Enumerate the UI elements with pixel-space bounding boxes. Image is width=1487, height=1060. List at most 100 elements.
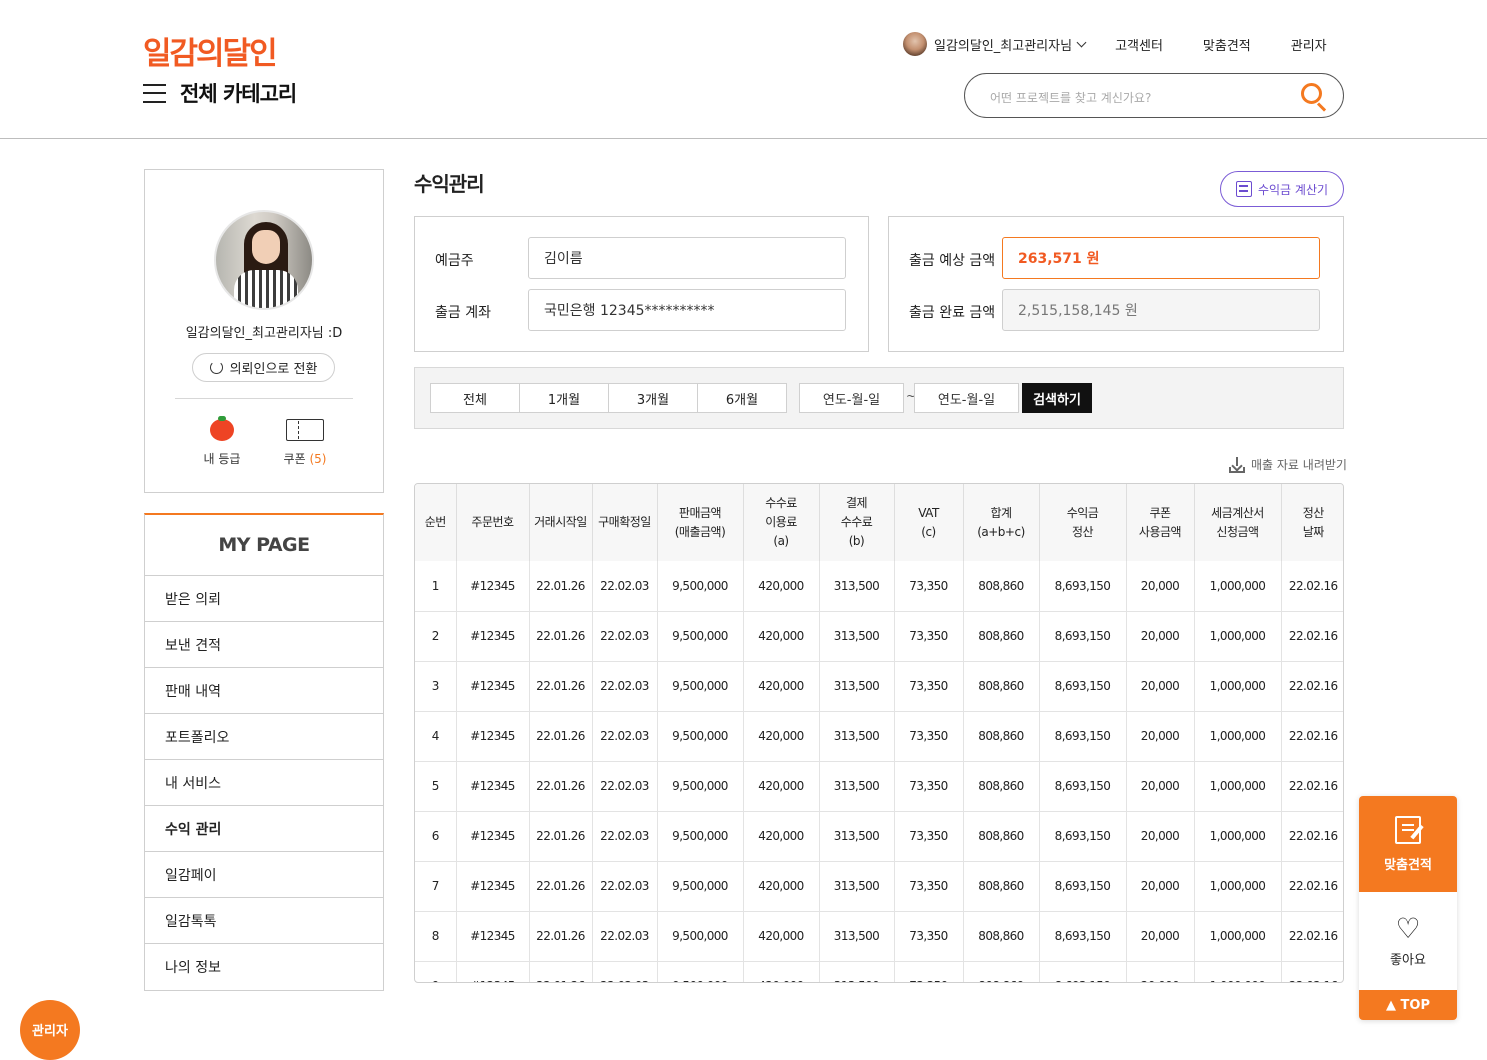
table-row: 2 #12345 22.01.26 22.02.03 9,500,000 420,000 3… bbox=[415, 611, 1343, 662]
column-header: 결제 수수료 (b) bbox=[819, 484, 895, 561]
table-cell: #12345 bbox=[456, 561, 530, 612]
table-cell: 22.02.16 bbox=[1281, 761, 1343, 812]
table-cell: 73,350 bbox=[894, 861, 964, 912]
search-input[interactable]: 어떤 프로젝트를 찾고 계신가요? bbox=[990, 89, 1151, 106]
table-row: 9#1234522.01.2622.02.039,500,000420,0003… bbox=[415, 961, 1343, 982]
like-float-label: 좋아요 bbox=[1390, 952, 1426, 968]
logo[interactable]: 일감의달인 bbox=[143, 28, 278, 73]
switch-to-client-button[interactable]: 의뢰인으로 전환 bbox=[192, 353, 335, 382]
column-header: 정산 날짜 bbox=[1281, 484, 1343, 561]
table-cell: 9,500,000 bbox=[657, 711, 744, 762]
table-cell: 22.01.26 bbox=[529, 561, 593, 612]
date-to-input[interactable]: 연도-월-일 bbox=[914, 383, 1019, 413]
menu-my-info[interactable]: 나의 정보 bbox=[145, 944, 383, 990]
all-category-button[interactable]: 전체 카테고리 bbox=[143, 78, 297, 108]
table-cell: 22.02.16 bbox=[1281, 961, 1343, 982]
table-cell: 22.01.26 bbox=[529, 911, 593, 962]
period-3month-button[interactable]: 3개월 bbox=[608, 383, 698, 413]
table-cell: 9 bbox=[415, 961, 457, 982]
column-header: 쿠폰 사용금액 bbox=[1126, 484, 1195, 561]
completed-amount-field: 2,515,158,145 원 bbox=[1002, 289, 1320, 331]
search-icon[interactable] bbox=[1301, 83, 1327, 112]
table-row: 3 #12345 22.01.26 22.02.03 9,500,000 420,000 3… bbox=[415, 661, 1343, 712]
table-cell: 22.01.26 bbox=[529, 611, 593, 662]
table-cell: 22.02.03 bbox=[592, 861, 658, 912]
revenue-table: 순번 주문번호 거래시작일 구매확정일 판매금액 (매출금액) 수수료 이용료 (a) 결제… bbox=[414, 483, 1344, 983]
menu-my-services[interactable]: 내 서비스 bbox=[145, 760, 383, 806]
table-cell: 420,000 bbox=[743, 611, 820, 662]
user-menu[interactable]: 일감의달인_최고관리자님 bbox=[903, 32, 1087, 56]
floating-menu: 맞춤견적 ♡ 좋아요 ▲ TOP bbox=[1359, 796, 1457, 1020]
table-cell: 20,000 bbox=[1126, 761, 1195, 812]
menu-received-requests[interactable]: 받은 의뢰 bbox=[145, 576, 383, 622]
depositor-field[interactable]: 김이름 bbox=[528, 237, 846, 279]
menu-sales-history[interactable]: 판매 내역 bbox=[145, 668, 383, 714]
table-cell: 420,000 bbox=[743, 811, 820, 862]
table-cell: #12345 bbox=[456, 761, 530, 812]
nav-customer-center[interactable]: 고객센터 bbox=[1115, 35, 1163, 54]
my-grade-link[interactable]: 내 등급 bbox=[192, 416, 252, 467]
profile-name: 일감의달인_최고관리자님 :D bbox=[185, 326, 343, 341]
table-cell: #12345 bbox=[456, 961, 530, 982]
table-cell: 808,860 bbox=[963, 961, 1040, 982]
table-cell: 7 bbox=[415, 861, 457, 912]
table-cell: #12345 bbox=[456, 811, 530, 862]
table-cell: 313,500 bbox=[819, 761, 895, 812]
nav-admin[interactable]: 관리자 bbox=[1291, 35, 1327, 54]
table-cell: #12345 bbox=[456, 661, 530, 712]
period-1month-button[interactable]: 1개월 bbox=[519, 383, 609, 413]
coupon-icon bbox=[286, 419, 324, 441]
table-cell: 2 bbox=[415, 611, 457, 662]
table-cell: 9,500,000 bbox=[657, 661, 744, 712]
table-cell: #12345 bbox=[456, 611, 530, 662]
menu-ilgam-talk[interactable]: 일감톡톡 bbox=[145, 898, 383, 944]
table-cell: 8,693,150 bbox=[1039, 911, 1127, 962]
table-cell: 420,000 bbox=[743, 661, 820, 712]
calculator-icon bbox=[1235, 181, 1252, 197]
table-cell: 20,000 bbox=[1126, 811, 1195, 862]
page-title: 수익관리 bbox=[414, 172, 485, 196]
menu-portfolio[interactable]: 포트폴리오 bbox=[145, 714, 383, 760]
menu-sent-quotes[interactable]: 보낸 견적 bbox=[145, 622, 383, 668]
period-6month-button[interactable]: 6개월 bbox=[697, 383, 787, 413]
column-header: 합계 (a+b+c) bbox=[963, 484, 1040, 561]
search-bar[interactable]: 어떤 프로젝트를 찾고 계신가요? bbox=[964, 73, 1344, 118]
search-button[interactable]: 검색하기 bbox=[1022, 383, 1092, 413]
date-from-input[interactable]: 연도-월-일 bbox=[799, 383, 904, 413]
table-cell: 22.01.26 bbox=[529, 761, 593, 812]
profile-card: 일감의달인_최고관리자님 :D 의뢰인으로 전환 내 등급 쿠폰 (5) bbox=[144, 169, 384, 493]
nav-custom-quote[interactable]: 맞춤견적 bbox=[1203, 35, 1251, 54]
like-float-button[interactable]: ♡ 좋아요 bbox=[1359, 892, 1457, 990]
table-cell: 9,500,000 bbox=[657, 911, 744, 962]
completed-amount-label: 출금 완료 금액 bbox=[909, 305, 996, 321]
menu-revenue-management[interactable]: 수익 관리 bbox=[145, 806, 383, 852]
table-cell: 22.02.16 bbox=[1281, 661, 1343, 712]
table-cell: 22.02.03 bbox=[592, 761, 658, 812]
table-cell: 9,500,000 bbox=[657, 811, 744, 862]
period-all-button[interactable]: 전체 bbox=[430, 383, 520, 413]
table-cell: 8,693,150 bbox=[1039, 611, 1127, 662]
menu-ilgam-pay[interactable]: 일감페이 bbox=[145, 852, 383, 898]
scroll-top-button[interactable]: ▲ TOP bbox=[1359, 990, 1457, 1020]
table-cell: 420,000 bbox=[743, 911, 820, 962]
table-header-row: 순번 주문번호 거래시작일 구매확정일 판매금액 (매출금액) 수수료 이용료 (a) 결제… bbox=[415, 484, 1343, 561]
table-cell: 20,000 bbox=[1126, 611, 1195, 662]
download-sales-button[interactable]: 매출 자료 내려받기 bbox=[1229, 456, 1347, 473]
admin-badge[interactable]: 관리자 bbox=[20, 1000, 80, 1060]
revenue-calculator-button[interactable]: 수익금 계산기 bbox=[1220, 171, 1344, 207]
mypage-title: MY PAGE bbox=[145, 515, 383, 576]
table-cell: 6 bbox=[415, 811, 457, 862]
custom-quote-float-button[interactable]: 맞춤견적 bbox=[1359, 796, 1457, 892]
table-cell: 22.02.03 bbox=[592, 711, 658, 762]
coupon-label: 쿠폰 bbox=[283, 452, 306, 466]
table-row: 5 #12345 22.01.26 22.02.03 9,500,000 420,000 3… bbox=[415, 761, 1343, 812]
table-cell: 420,000 bbox=[743, 861, 820, 912]
expected-amount-label: 출금 예상 금액 bbox=[909, 253, 996, 269]
table-cell: 1,000,000 bbox=[1194, 861, 1282, 912]
account-field[interactable]: 국민은행 12345********** bbox=[528, 289, 846, 331]
table-cell: 808,860 bbox=[963, 811, 1040, 862]
table-cell: 1 bbox=[415, 561, 457, 612]
table-cell: 8,693,150 bbox=[1039, 961, 1127, 982]
table-cell: 8,693,150 bbox=[1039, 761, 1127, 812]
coupon-link[interactable]: 쿠폰 (5) bbox=[275, 416, 335, 467]
